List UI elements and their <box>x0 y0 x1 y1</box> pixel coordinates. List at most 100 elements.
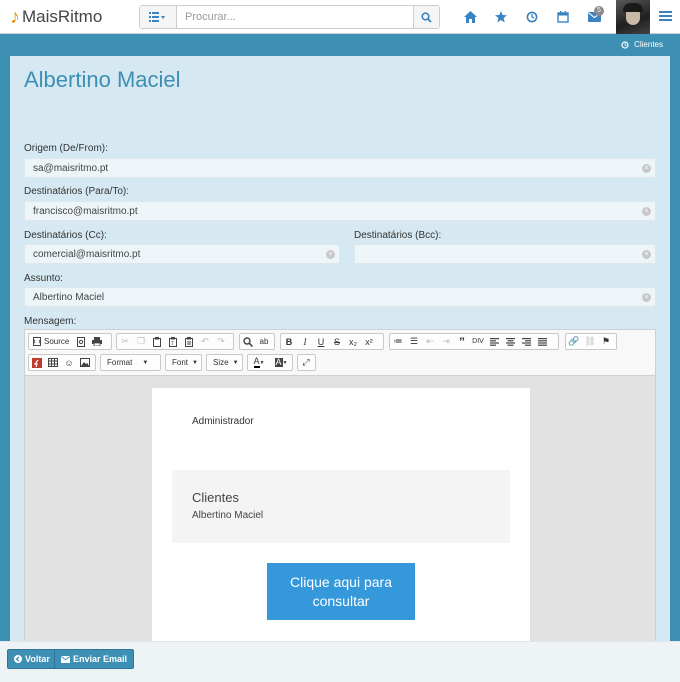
superscript-button[interactable]: x² <box>361 334 377 349</box>
align-left-button[interactable] <box>486 334 502 349</box>
size-dropdown[interactable]: Size ▼ <box>206 354 243 371</box>
email-cta-button[interactable]: Clique aqui para consultar <box>267 563 415 620</box>
clear-icon[interactable]: × <box>642 250 651 259</box>
breadcrumb[interactable]: Clientes <box>621 40 663 49</box>
italic-button[interactable]: I <box>297 334 313 349</box>
paste-text-button[interactable]: T <box>165 334 181 349</box>
clear-icon[interactable]: × <box>642 207 651 216</box>
replace-button[interactable]: ab <box>256 334 272 349</box>
copy-button[interactable]: ❐ <box>133 334 149 349</box>
quote-icon: ” <box>459 334 465 349</box>
from-field[interactable]: sa@maisritmo.pt × <box>24 158 656 178</box>
messages-badge: 5 <box>594 6 604 16</box>
paste-button[interactable] <box>149 334 165 349</box>
clock-icon <box>621 40 629 49</box>
align-right-icon <box>521 337 531 346</box>
cc-field[interactable]: comercial@maisritmo.pt × <box>24 244 340 264</box>
avatar[interactable] <box>616 0 650 34</box>
subject-label: Assunto: <box>24 273 63 284</box>
bcc-label: Destinatários (Bcc): <box>354 230 442 241</box>
flash-button[interactable] <box>29 355 45 370</box>
unlink-button[interactable]: ⛓ <box>582 334 598 349</box>
arrow-circle-left-icon <box>14 655 22 663</box>
app-logo[interactable]: ♪ MaisRitmo <box>10 6 102 28</box>
div-container-button[interactable]: DIV <box>470 334 486 349</box>
search-icon <box>243 336 253 347</box>
preview-button[interactable] <box>73 334 89 349</box>
underline-icon: U <box>317 336 325 347</box>
blockquote-button[interactable]: ” <box>454 334 470 349</box>
clipboard-icon <box>153 336 161 347</box>
redo-icon: ↷ <box>217 336 225 346</box>
justify-button[interactable] <box>534 334 550 349</box>
source-button[interactable]: Source <box>29 334 73 349</box>
underline-button[interactable]: U <box>313 334 329 349</box>
message-editor[interactable]: Source ✂ ❐ T ↶ ↷ ab B I U S x₂ x² ≔ ☰ ⇤ … <box>24 329 656 646</box>
flag-icon: ⚑ <box>601 336 611 346</box>
search-input[interactable] <box>177 6 413 28</box>
email-preview: Administrador Clientes Albertino Maciel … <box>152 388 530 645</box>
home-button[interactable] <box>462 9 478 25</box>
clear-icon[interactable]: × <box>326 250 335 259</box>
redo-button[interactable]: ↷ <box>213 334 229 349</box>
undo-icon: ↶ <box>201 336 209 346</box>
image-button[interactable] <box>77 355 93 370</box>
to-field[interactable]: francisco@maisritmo.pt × <box>24 201 656 221</box>
bulleted-list-button[interactable]: ☰ <box>406 334 422 349</box>
find-button[interactable] <box>240 334 256 349</box>
paste-word-icon <box>185 336 193 347</box>
caret-down-icon: ▼ <box>192 359 198 366</box>
caret-down-icon: ▼ <box>282 359 288 366</box>
list-icon <box>149 12 165 22</box>
numbered-list-button[interactable]: ≔ <box>390 334 406 349</box>
search-filter-button[interactable] <box>140 6 177 28</box>
history-button[interactable] <box>524 9 540 25</box>
bcc-field[interactable]: × <box>354 244 656 264</box>
print-button[interactable] <box>89 334 105 349</box>
image-icon <box>80 358 90 367</box>
subscript-icon: x₂ <box>349 336 357 347</box>
clear-icon[interactable]: × <box>642 164 651 173</box>
menu-button[interactable] <box>657 8 673 24</box>
paste-text-icon: T <box>169 336 177 347</box>
link-button[interactable]: 🔗 <box>566 334 582 349</box>
clear-icon[interactable]: × <box>642 293 651 302</box>
subject-field[interactable]: Albertino Maciel × <box>24 287 656 307</box>
editor-toolbar: Source ✂ ❐ T ↶ ↷ ab B I U S x₂ x² ≔ ☰ ⇤ … <box>25 330 655 376</box>
search-icon <box>421 11 432 23</box>
indent-button[interactable]: ⇥ <box>438 334 454 349</box>
smiley-icon: ☺ <box>64 357 74 368</box>
format-dropdown[interactable]: Format ▼ <box>100 354 161 371</box>
smiley-button[interactable]: ☺ <box>61 355 77 370</box>
text-color-button[interactable]: A ▼ <box>248 355 270 370</box>
paste-word-button[interactable] <box>181 334 197 349</box>
search-button[interactable] <box>413 6 439 28</box>
anchor-button[interactable]: ⚑ <box>598 334 614 349</box>
table-button[interactable] <box>45 355 61 370</box>
flash-icon <box>32 357 42 368</box>
background-color-button[interactable]: A ▼ <box>270 355 292 370</box>
maximize-button[interactable]: ⤢ <box>298 355 314 370</box>
to-label: Destinatários (Para/To): <box>24 186 130 197</box>
bold-button[interactable]: B <box>281 334 297 349</box>
font-dropdown[interactable]: Font ▼ <box>165 354 202 371</box>
logo-text: MaisRitmo <box>22 7 103 26</box>
toolbar-group-document: Source <box>28 333 112 350</box>
email-cta-label: Clique aqui para consultar <box>290 573 392 609</box>
home-icon <box>463 11 477 23</box>
favorites-button[interactable] <box>493 9 509 25</box>
send-email-button[interactable]: Enviar Email <box>54 649 135 669</box>
align-right-button[interactable] <box>518 334 534 349</box>
page-title: Albertino Maciel <box>24 67 181 92</box>
cut-button[interactable]: ✂ <box>117 334 133 349</box>
align-center-button[interactable] <box>502 334 518 349</box>
calendar-button[interactable] <box>555 9 571 25</box>
undo-button[interactable]: ↶ <box>197 334 213 349</box>
subscript-button[interactable]: x₂ <box>345 334 361 349</box>
link-icon: 🔗 <box>568 336 580 346</box>
subject-value: Albertino Maciel <box>33 292 105 303</box>
back-button[interactable]: Voltar <box>7 649 57 669</box>
strikethrough-button[interactable]: S <box>329 334 345 349</box>
outdent-button[interactable]: ⇤ <box>422 334 438 349</box>
email-box-title: Clientes <box>192 490 239 505</box>
